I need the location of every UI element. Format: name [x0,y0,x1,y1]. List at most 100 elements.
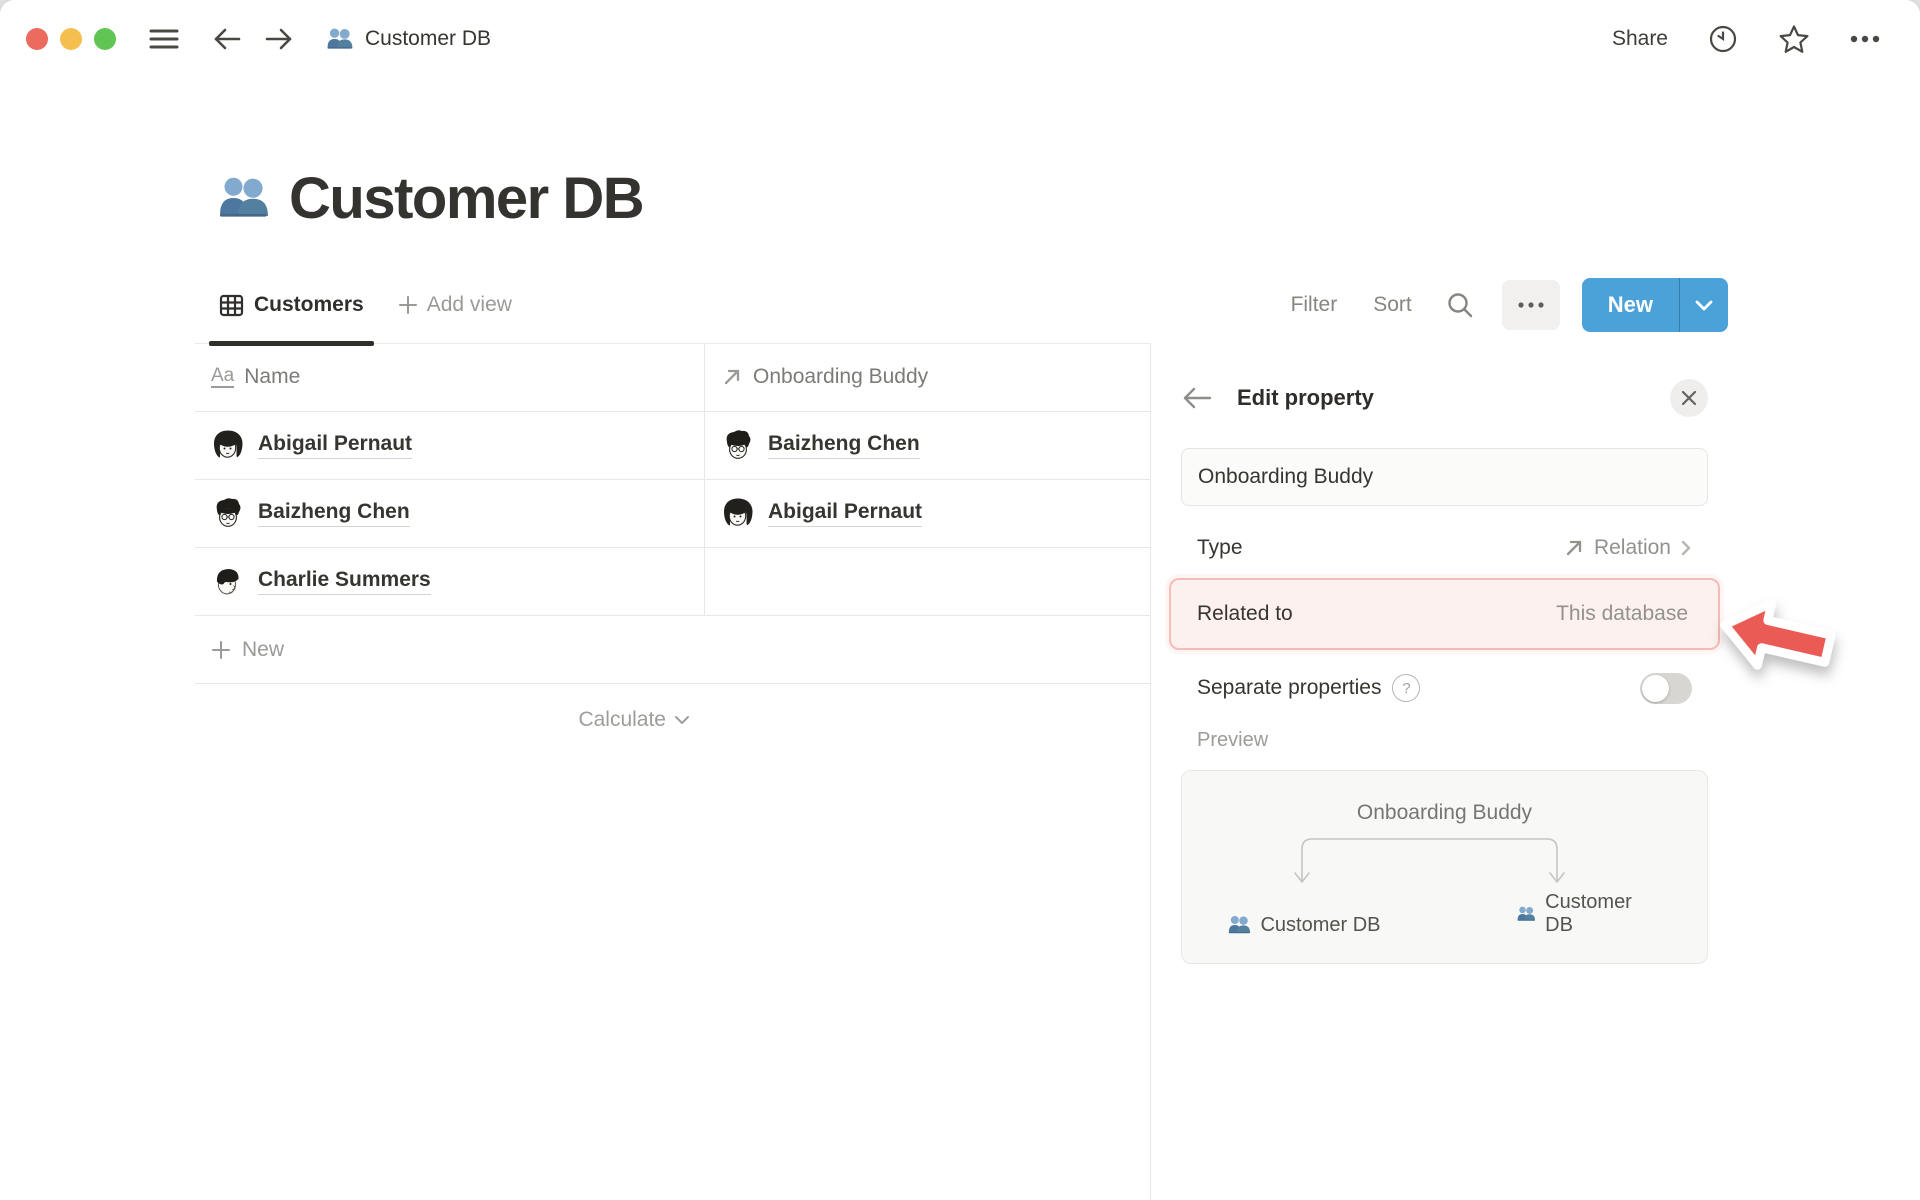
edit-property-panel: Edit property Type Relation Related to T… [1151,343,1920,1200]
table-header-row: Aa Name Onboarding Buddy [195,343,1150,412]
column-header-name[interactable]: Aa Name [195,343,704,411]
relation-arrow-icon [724,369,740,385]
titlebar-actions: Share [1612,0,1880,78]
share-button[interactable]: Share [1612,27,1668,51]
preview-source-database: Customer DB [1227,913,1381,937]
column-header-buddy-label: Onboarding Buddy [753,365,929,388]
table-view-icon [219,294,244,316]
name-cell[interactable]: Baizheng Chen [195,480,704,547]
buddy-cell-empty[interactable] [704,548,1150,615]
people-icon [1517,906,1536,921]
main-area: Aa Name Onboarding Buddy Abigail Pernaut… [0,343,1920,1200]
view-toolbar: Customers Add view Filter Sort New [195,267,1728,346]
table-row: Abigail Pernaut Baizheng Chen [195,412,1150,480]
more-options-icon[interactable] [1850,35,1880,43]
page-link[interactable]: Charlie Summers [258,568,431,595]
table-row: Charlie Summers [195,548,1150,616]
sidebar-menu-icon[interactable] [148,27,180,51]
favorite-star-icon[interactable] [1778,24,1810,54]
avatar-abigail [723,497,754,526]
related-to-value: This database [1556,602,1688,625]
chevron-down-icon [1695,300,1713,310]
tab-customers-label: Customers [254,293,364,316]
related-to-row-highlighted[interactable]: Related to This database [1169,578,1720,650]
search-icon[interactable] [1446,291,1474,319]
add-view-label: Add view [426,293,512,316]
calculate-button[interactable]: Calculate [195,684,704,756]
chevron-down-icon [675,716,689,724]
help-icon[interactable]: ? [1392,674,1421,702]
app-window: Customer DB Share Customer DB Customers [0,0,1920,1200]
relation-preview-connector [1294,838,1565,883]
view-more-options-button[interactable] [1501,280,1560,330]
related-to-label: Related to [1197,602,1293,625]
page-title-text[interactable]: Customer DB [289,165,645,232]
page-title: Customer DB [217,158,645,238]
property-type-row[interactable]: Type Relation [1181,520,1708,576]
view-tabs: Customers Add view [195,267,512,346]
preview-property-name: Onboarding Buddy [1356,801,1533,824]
preview-target-database: Customer DB [1517,891,1644,937]
type-label: Type [1197,536,1243,559]
text-property-icon: Aa [211,365,235,388]
preview-label: Preview [1197,729,1269,751]
name-cell[interactable]: Abigail Pernaut [195,412,704,479]
type-value: Relation [1593,536,1671,559]
buddy-cell[interactable]: Abigail Pernaut [704,480,1150,547]
breadcrumb[interactable]: Customer DB [326,25,491,53]
separate-properties-label: Separate properties [1197,676,1382,699]
property-name-input[interactable] [1181,448,1708,506]
calculate-label: Calculate [578,708,666,731]
add-view-button[interactable]: Add view [398,293,512,317]
annotation-pointer-arrow [1720,598,1836,670]
avatar-charlie [216,568,240,594]
relation-arrow-icon [1566,540,1582,556]
panel-title: Edit property [1237,385,1374,410]
traffic-lights [26,28,116,50]
back-arrow-icon[interactable] [212,26,242,52]
separate-properties-toggle-off[interactable] [1640,672,1692,704]
people-icon [220,177,268,217]
zoom-window-button[interactable] [94,28,116,50]
toggle-knob [1642,674,1669,702]
preview-target-database-label: Customer DB [1545,891,1632,936]
relation-link[interactable]: Abigail Pernaut [768,500,923,527]
avatar-baizheng [216,497,242,527]
close-window-button[interactable] [26,28,48,50]
tab-customers[interactable]: Customers [209,267,374,346]
filter-button[interactable]: Filter [1291,293,1338,317]
separate-properties-row[interactable]: Separate properties ? [1181,660,1708,716]
buddy-cell[interactable]: Baizheng Chen [704,412,1150,479]
minimize-window-button[interactable] [60,28,82,50]
titlebar: Customer DB Share [0,0,1920,78]
database-table: Aa Name Onboarding Buddy Abigail Pernaut… [195,343,1150,756]
close-icon [1681,390,1697,406]
relation-preview-card: Onboarding Buddy Customer DB Customer DB [1181,770,1708,964]
breadcrumb-label: Customer DB [365,27,492,50]
preview-source-database-label: Customer DB [1260,913,1381,936]
sort-button[interactable]: Sort [1373,293,1412,317]
new-row-label: New [242,637,285,661]
column-header-buddy[interactable]: Onboarding Buddy [704,343,1150,411]
people-icon [327,28,353,49]
avatar-abigail [213,429,244,458]
plus-icon [212,640,230,659]
table-row: Baizheng Chen Abigail Pernaut [195,480,1150,548]
avatar-baizheng [726,429,752,459]
plus-icon [398,296,417,314]
new-record-button[interactable]: New [1582,278,1679,332]
new-record-split-button: New [1581,278,1728,332]
new-row-button[interactable]: New [195,616,1150,684]
new-record-dropdown-button[interactable] [1680,278,1728,332]
relation-link[interactable]: Baizheng Chen [768,432,920,459]
page-link[interactable]: Baizheng Chen [258,500,410,527]
name-cell[interactable]: Charlie Summers [195,548,704,615]
panel-close-button[interactable] [1670,379,1708,417]
panel-header: Edit property [1181,377,1708,419]
forward-arrow-icon[interactable] [264,26,294,52]
panel-back-icon[interactable] [1181,386,1213,410]
updates-clock-icon[interactable] [1708,24,1738,54]
page-link[interactable]: Abigail Pernaut [258,432,413,459]
view-controls: Filter Sort New [1291,278,1728,332]
chevron-right-icon [1681,540,1691,556]
